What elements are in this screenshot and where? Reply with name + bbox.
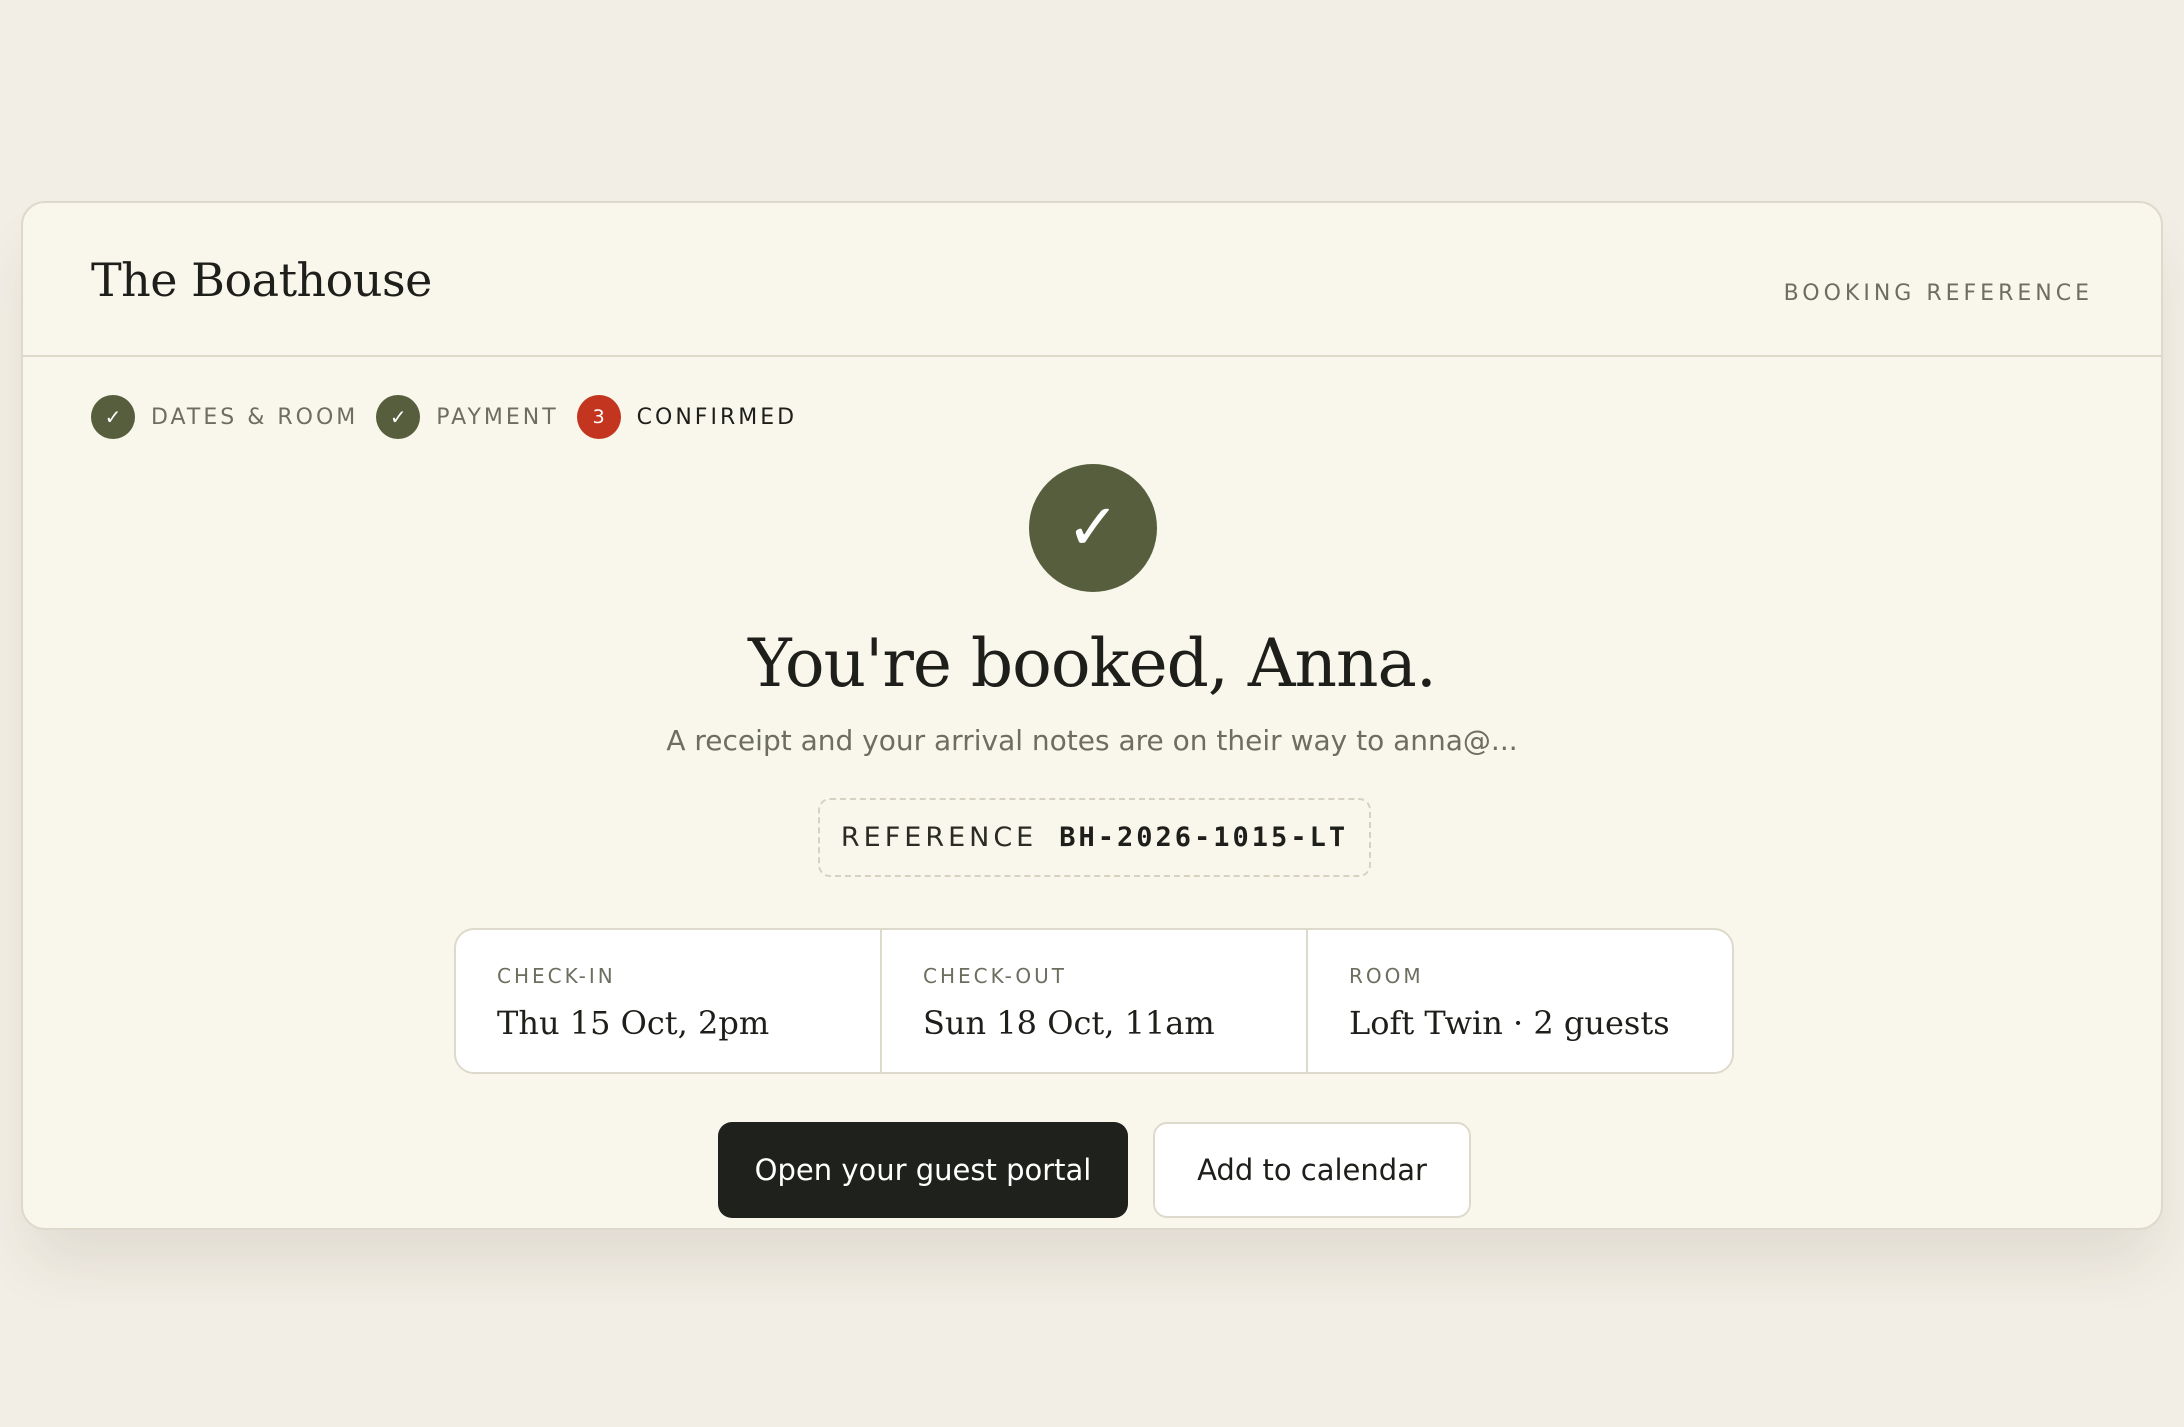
confirmation-headline: You're booked, Anna. — [748, 625, 1437, 702]
detail-label: CHECK-IN — [497, 964, 616, 988]
confirmation-subline: A receipt and your arrival notes are on … — [666, 724, 1518, 757]
open-guest-portal-button[interactable]: Open your guest portal — [718, 1122, 1128, 1218]
detail-value: Loft Twin · 2 guests — [1349, 1004, 1670, 1042]
detail-value: Sun 18 Oct, 11am — [923, 1004, 1215, 1042]
booking-confirmation-card: The Boathouse BOOKING REFERENCE ✓ DATES … — [21, 201, 2163, 1230]
detail-room: ROOM Loft Twin · 2 guests — [1308, 930, 1732, 1072]
detail-check-in: CHECK-IN Thu 15 Oct, 2pm — [456, 930, 882, 1072]
step-dates-room: ✓ DATES & ROOM — [91, 395, 358, 439]
detail-label: CHECK-OUT — [923, 964, 1067, 988]
check-icon: ✓ — [91, 395, 135, 439]
detail-label: ROOM — [1349, 964, 1424, 988]
check-icon: ✓ — [376, 395, 421, 439]
step-payment: ✓ PAYMENT — [376, 395, 558, 439]
reference-code: BH-2026-1015-LT — [1059, 822, 1349, 853]
detail-value: Thu 15 Oct, 2pm — [497, 1004, 770, 1042]
add-to-calendar-button[interactable]: Add to calendar — [1153, 1122, 1471, 1218]
step-label: PAYMENT — [436, 404, 559, 430]
step-label: CONFIRMED — [636, 404, 798, 430]
booking-details: CHECK-IN Thu 15 Oct, 2pm CHECK-OUT Sun 1… — [454, 928, 1734, 1074]
booking-reference-label: BOOKING REFERENCE — [1783, 281, 2093, 306]
detail-check-out: CHECK-OUT Sun 18 Oct, 11am — [882, 930, 1308, 1072]
card-header: The Boathouse BOOKING REFERENCE — [23, 203, 2161, 357]
reference-label: REFERENCE — [840, 822, 1038, 853]
step-confirmed: 3 CONFIRMED — [576, 395, 798, 439]
step-number-badge: 3 — [576, 395, 621, 439]
reference-box: REFERENCE BH-2026-1015-LT — [818, 798, 1371, 877]
progress-steps: ✓ DATES & ROOM ✓ PAYMENT 3 CONFIRMED — [91, 394, 815, 440]
step-label: DATES & ROOM — [151, 404, 359, 430]
success-check-icon: ✓ — [1029, 464, 1157, 592]
brand-title: The Boathouse — [91, 253, 432, 307]
